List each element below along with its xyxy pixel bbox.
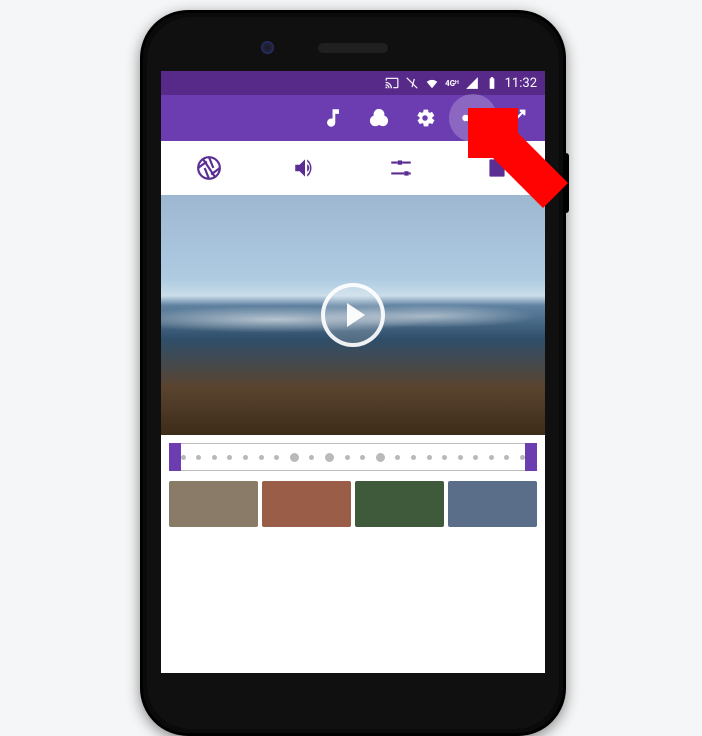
music-button[interactable]: [311, 96, 355, 140]
timeline-track[interactable]: [169, 443, 537, 471]
tab-style[interactable]: [449, 155, 545, 181]
4g-lte-icon: 4Gᴴ: [445, 79, 459, 88]
fullscreen-button[interactable]: [495, 96, 539, 140]
play-button[interactable]: [321, 283, 385, 347]
style-icon: [484, 155, 510, 181]
status-bar: 4Gᴴ 11:32: [161, 71, 545, 95]
vibrate-icon: [405, 76, 419, 90]
timeline[interactable]: [161, 435, 545, 475]
settings-gear-icon: [414, 107, 436, 129]
filter-button[interactable]: [357, 96, 401, 140]
tab-bar: [161, 141, 545, 195]
battery-icon: [485, 76, 499, 90]
equalizer-sliders-icon: [388, 155, 414, 181]
aperture-icon: [196, 155, 222, 181]
power-button[interactable]: [563, 153, 569, 213]
device-screen: 4Gᴴ 11:32: [161, 71, 545, 673]
phone-frame: 4Gᴴ 11:32: [140, 10, 566, 736]
clip-thumbnail[interactable]: [448, 481, 537, 527]
earpiece: [318, 43, 388, 53]
share-highlight: [449, 94, 497, 142]
cast-icon: [385, 76, 399, 90]
music-icon: [322, 107, 344, 129]
clip-thumbnails[interactable]: [161, 475, 545, 527]
clip-thumbnail[interactable]: [169, 481, 258, 527]
tab-adjust[interactable]: [353, 155, 449, 181]
front-camera: [261, 41, 274, 54]
filter-venn-icon: [368, 107, 390, 129]
settings-button[interactable]: [403, 96, 447, 140]
signal-icon: [465, 76, 479, 90]
volume-icon: [292, 155, 318, 181]
clip-thumbnail[interactable]: [355, 481, 444, 527]
status-time: 11:32: [505, 76, 537, 91]
app-bar: [161, 95, 545, 141]
clip-thumbnail[interactable]: [262, 481, 351, 527]
tab-clips[interactable]: [161, 155, 257, 181]
wifi-icon: [425, 76, 439, 90]
fullscreen-icon: [506, 107, 528, 129]
video-preview[interactable]: [161, 195, 545, 435]
tab-audio[interactable]: [257, 155, 353, 181]
